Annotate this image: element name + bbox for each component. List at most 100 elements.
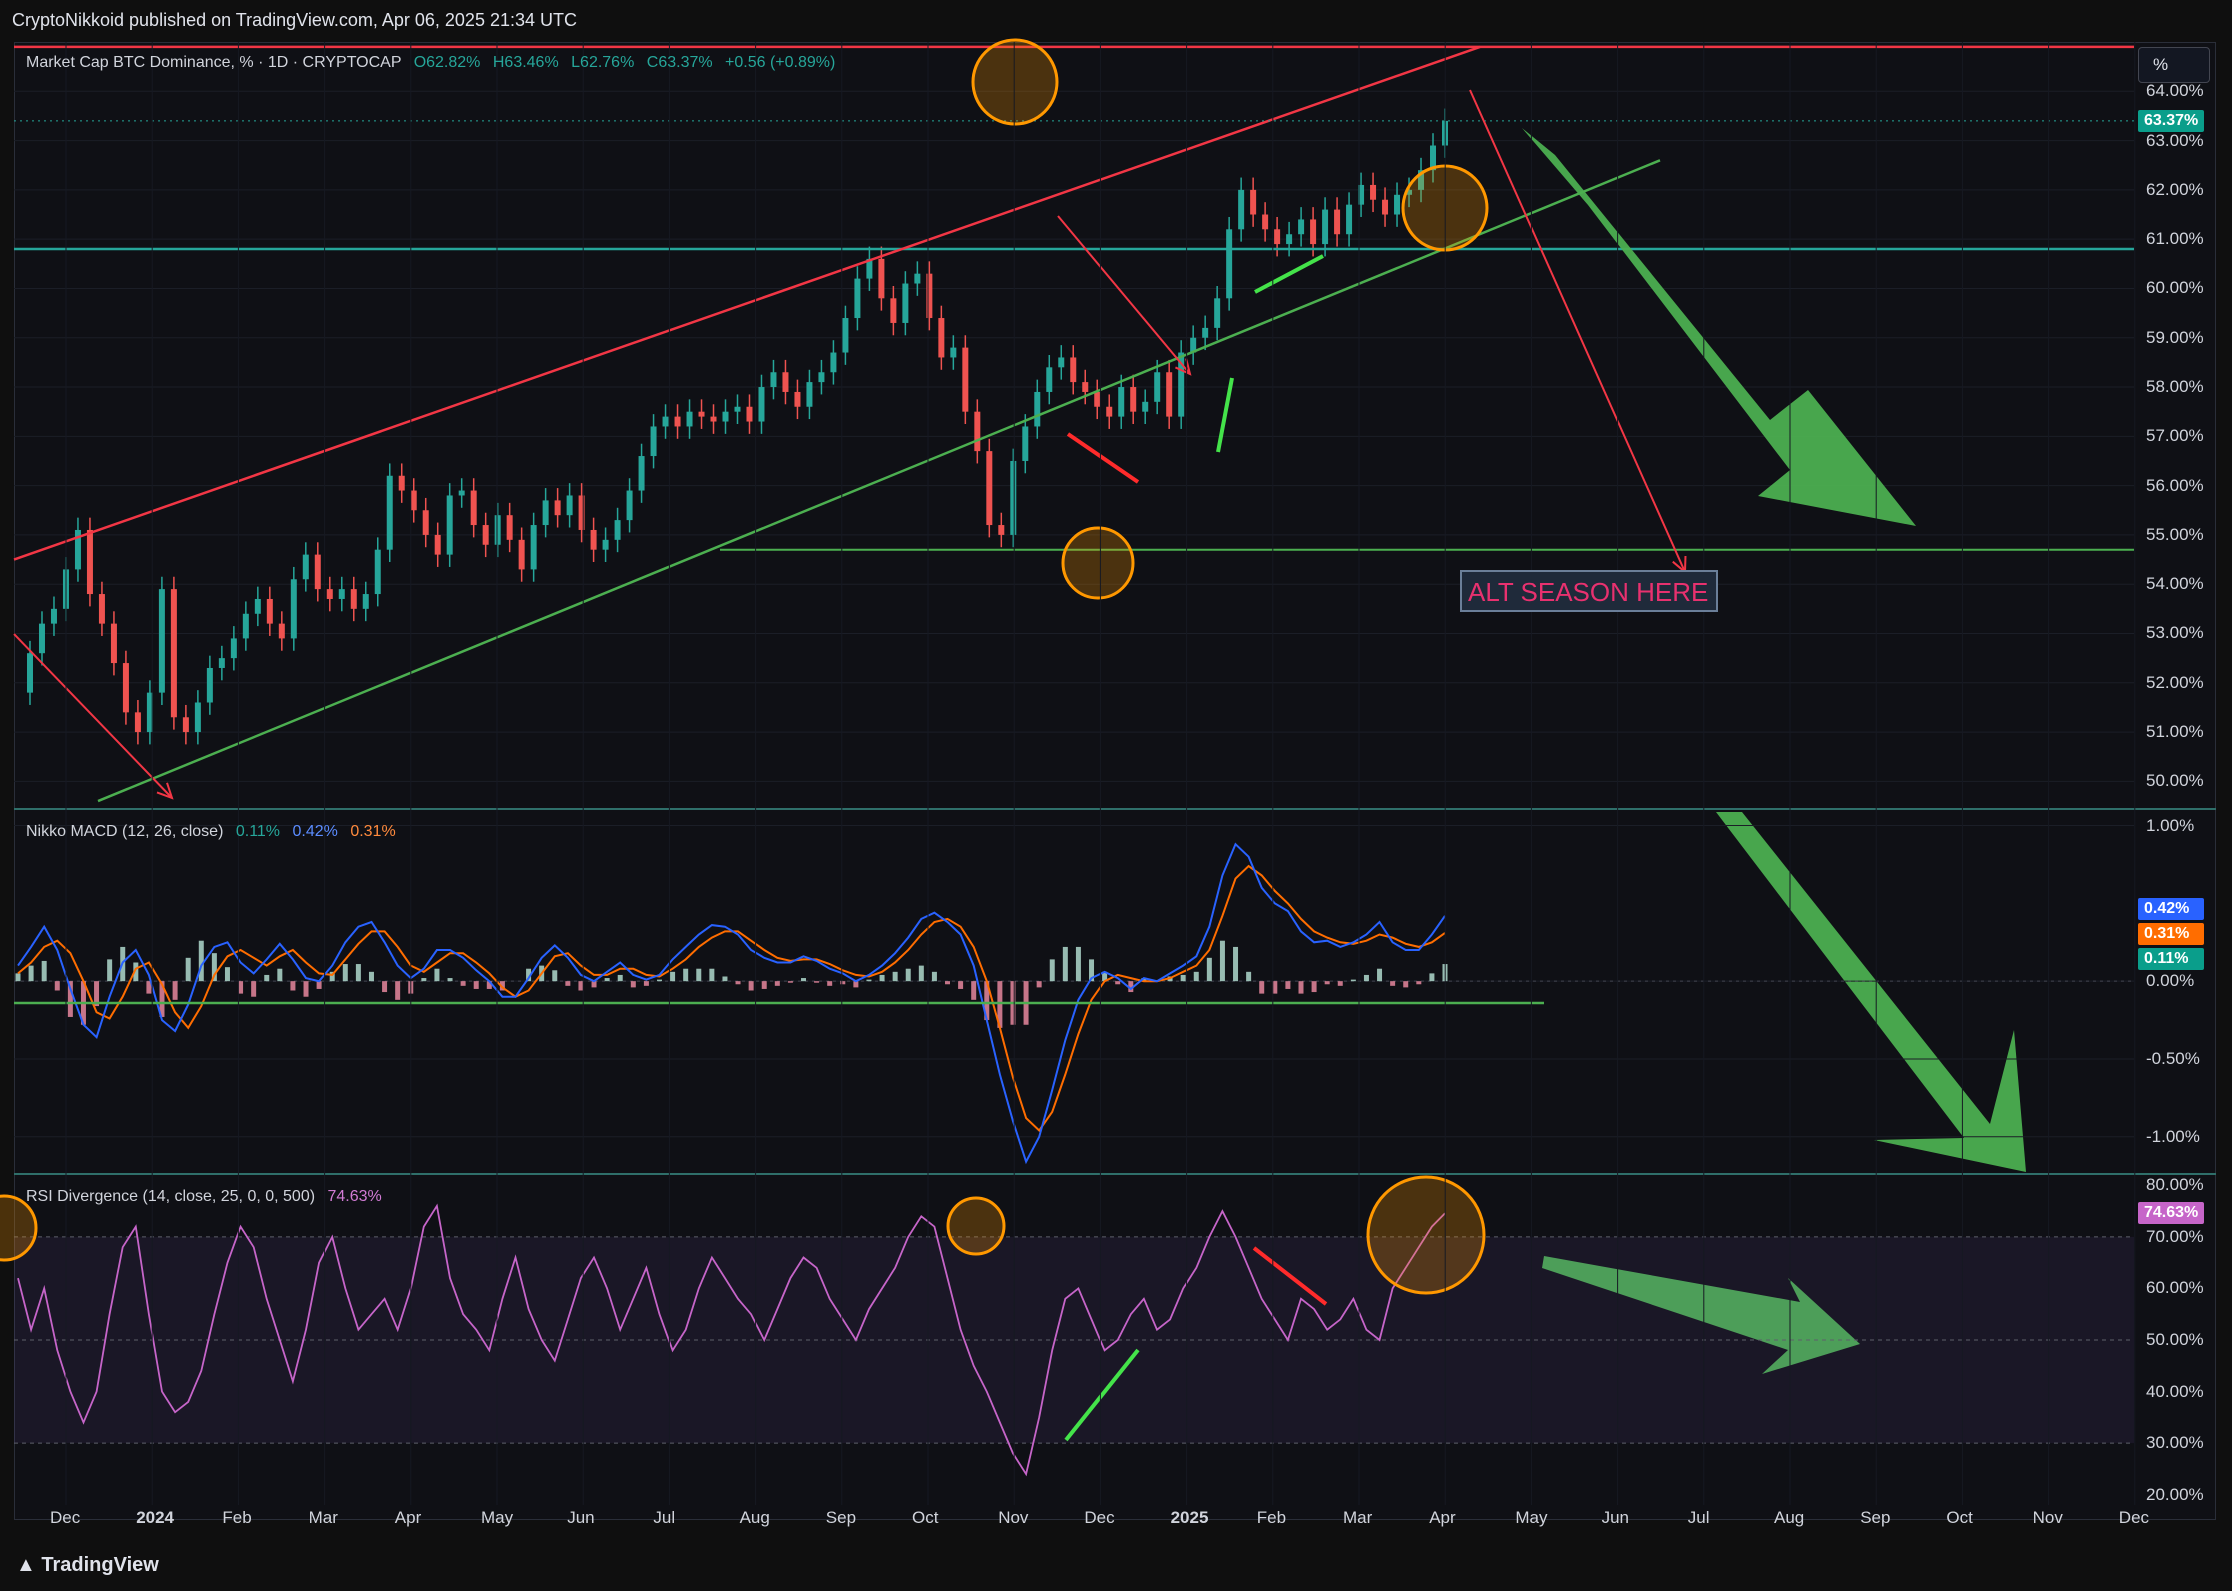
- price-candle: [434, 534, 441, 555]
- price-candle: [422, 510, 429, 535]
- price-candle: [230, 638, 237, 659]
- tradingview-logo-icon: ▲: [16, 1554, 36, 1576]
- red-arrow: [1057, 215, 1191, 375]
- time-axis-tick: May: [1515, 1508, 1548, 1527]
- price-candle: [542, 500, 549, 526]
- price-candle: [254, 598, 261, 614]
- time-axis-tick: Feb: [222, 1508, 252, 1527]
- price-candle: [1382, 199, 1389, 215]
- price-candle: [974, 411, 981, 452]
- macd-legend-hist: 0.11%: [235, 823, 281, 840]
- rsi-axis-tick: 70.00%: [2146, 1226, 2204, 1246]
- price-candle: [590, 529, 597, 550]
- price-axis-tick: 60.00%: [2146, 278, 2204, 298]
- price-candle: [1082, 382, 1089, 392]
- rsi-value-tag: 74.63%: [2138, 1202, 2204, 1224]
- price-axis-tick: 51.00%: [2146, 722, 2204, 742]
- chart-canvas[interactable]: [0, 0, 2232, 1591]
- macd-axis-tick: -1.00%: [2146, 1126, 2200, 1146]
- time-axis-tick: Jul: [1687, 1508, 1710, 1527]
- rsi-axis-tick: 60.00%: [2146, 1278, 2204, 1298]
- time-axis-tick: Jun: [567, 1508, 595, 1527]
- price-axis-tick: 64.00%: [2146, 81, 2204, 101]
- price-candle: [1226, 229, 1233, 299]
- price-legend-open: O62.82%: [413, 54, 481, 71]
- price-candle: [242, 613, 249, 639]
- rsi-highlight-circle: [1366, 1175, 1486, 1295]
- price-candle: [1130, 387, 1137, 412]
- price-candle: [1310, 219, 1317, 245]
- price-legend-high: H63.46%: [492, 54, 559, 71]
- price-candle: [830, 352, 837, 373]
- price-candle: [1118, 387, 1125, 417]
- time-axis-tick: Apr: [1429, 1508, 1456, 1527]
- price-candle: [1250, 189, 1257, 215]
- price-candle: [374, 549, 381, 595]
- price-candle: [950, 347, 957, 358]
- price-candle: [1046, 367, 1053, 392]
- macd-signal-line: [17, 864, 1446, 1133]
- rsi-legend-name: RSI Divergence (14, close, 25, 0, 0, 500…: [26, 1188, 316, 1205]
- price-axis-tick: 61.00%: [2146, 229, 2204, 249]
- price-candle: [290, 579, 297, 639]
- price-candle: [398, 475, 405, 491]
- tradingview-logo[interactable]: ▲ TradingView: [16, 1554, 159, 1577]
- price-candle: [1214, 298, 1221, 328]
- price-candle: [122, 663, 129, 713]
- price-candle: [1346, 204, 1353, 235]
- price-candle: [998, 525, 1005, 535]
- price-candle: [1202, 327, 1209, 338]
- price-candle: [1094, 391, 1101, 407]
- price-candle: [1106, 406, 1113, 417]
- price-candle: [938, 318, 945, 358]
- highlight-circle: [971, 38, 1059, 126]
- price-candle: [134, 712, 141, 733]
- macd-value-tag: 0.42%: [2138, 898, 2204, 920]
- price-candle: [674, 416, 681, 427]
- price-candle: [662, 416, 669, 427]
- time-axis-tick: Oct: [1946, 1508, 1973, 1527]
- rsi-axis-tick: 30.00%: [2146, 1433, 2204, 1453]
- price-candle: [1262, 214, 1269, 230]
- price-candle: [458, 490, 465, 496]
- price-legend-low: L62.76%: [571, 54, 635, 71]
- price-candle: [698, 411, 705, 417]
- price-candle: [494, 515, 501, 545]
- price-candle: [626, 490, 633, 521]
- price-axis-tick: 55.00%: [2146, 524, 2204, 544]
- price-candle: [302, 554, 309, 580]
- price-candle: [362, 594, 369, 609]
- rsi-axis-tick: 50.00%: [2146, 1330, 2204, 1349]
- unit-button[interactable]: %: [2138, 47, 2210, 83]
- price-candle: [1034, 391, 1041, 427]
- price-axis-tick: 53.00%: [2146, 623, 2204, 643]
- macd-legend-macd: 0.42%: [292, 823, 338, 840]
- price-candle: [770, 372, 777, 388]
- macd-legend-name: Nikko MACD (12, 26, close): [26, 823, 224, 840]
- price-candle: [686, 411, 693, 427]
- price-axis-tick: 63.00%: [2146, 130, 2204, 150]
- price-legend-symbol: Market Cap BTC Dominance, % · 1D · CRYPT…: [26, 54, 402, 71]
- price-candle: [566, 495, 573, 516]
- price-candle: [842, 318, 849, 353]
- price-candle: [530, 525, 537, 570]
- price-candle: [902, 283, 909, 323]
- price-candle: [98, 594, 105, 624]
- time-axis-tick: May: [481, 1508, 514, 1527]
- price-candle: [878, 258, 885, 299]
- price-candle: [1394, 194, 1401, 215]
- price-candle: [614, 520, 621, 540]
- time-axis-tick: Dec: [2118, 1508, 2150, 1527]
- last-price-tag: 63.37%: [2138, 109, 2204, 132]
- footer: ▲ TradingView: [0, 1540, 2232, 1591]
- price-candle: [914, 273, 921, 284]
- channel-top-line: [13, 45, 1481, 561]
- macd-axis-tick: -0.50%: [2146, 1048, 2200, 1068]
- alt-season-annotation: ALT SEASON HERE: [1460, 570, 1718, 612]
- price-candle: [602, 539, 609, 550]
- price-axis-tick: 56.00%: [2146, 475, 2204, 495]
- red-divergence-line: [1066, 432, 1140, 484]
- price-candle: [734, 406, 741, 412]
- alt-season-text: ALT SEASON HERE: [1468, 577, 1709, 607]
- price-candle: [1166, 372, 1173, 417]
